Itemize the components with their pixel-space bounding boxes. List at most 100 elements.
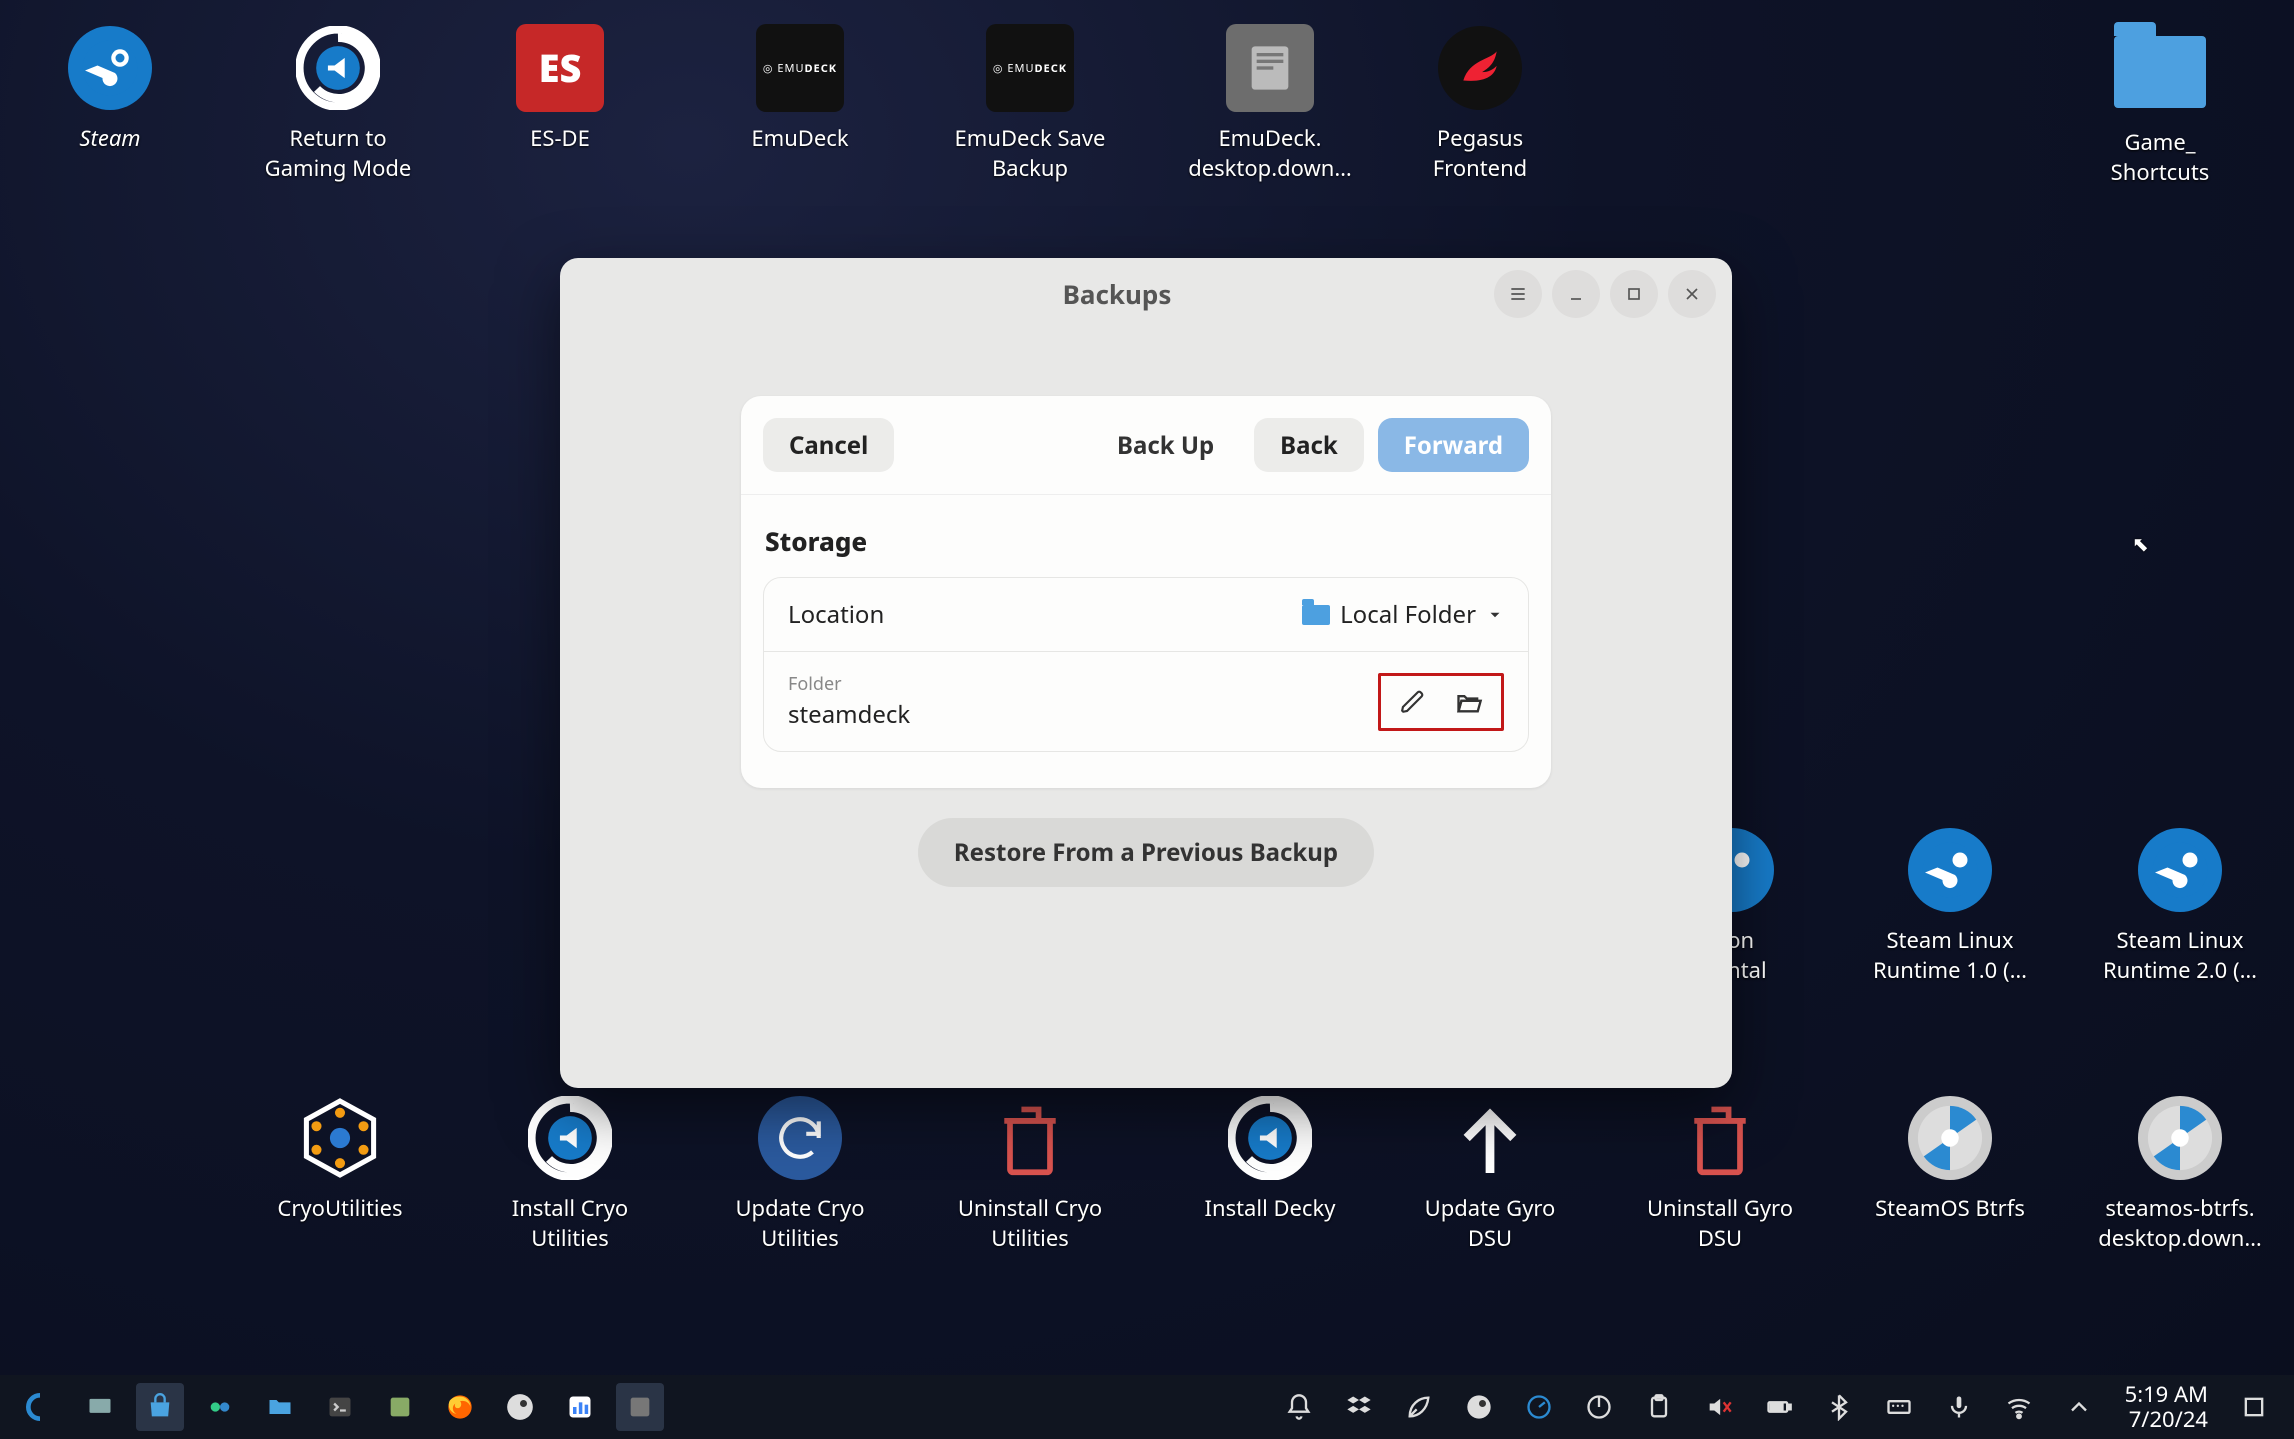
folder-icon: [1302, 605, 1330, 625]
location-row: Location Local Folder: [764, 578, 1528, 651]
desktop-icon-emudeck-save[interactable]: ◎ EMUDECK EmuDeck Save Backup: [930, 20, 1130, 183]
desktop-icon-emudeck-down[interactable]: EmuDeck. desktop.down…: [1170, 20, 1370, 183]
arrow-up-icon: [1455, 1096, 1525, 1180]
desktop-icon-update-gyro[interactable]: Update Gyro DSU: [1390, 1090, 1590, 1253]
disc-icon: [1908, 1096, 1992, 1180]
storage-card: Cancel Back Up Back Forward Storage Loca…: [741, 396, 1551, 788]
desktop-icon-es-de[interactable]: ES ES-DE: [460, 20, 660, 154]
storage-heading: Storage: [741, 495, 1551, 577]
minimize-button[interactable]: [1552, 270, 1600, 318]
desktop-icon-steamos-btrfs-down[interactable]: steamos-btrfs. desktop.down…: [2080, 1090, 2280, 1253]
task-chart-button[interactable]: [556, 1383, 604, 1431]
tray-gauge-icon[interactable]: [1515, 1383, 1563, 1431]
steam-icon: [1908, 828, 1992, 912]
desktop-icon-label: EmuDeck Save Backup: [930, 124, 1130, 183]
annotation-highlight: [1378, 673, 1504, 731]
browse-folder-button[interactable]: [1441, 678, 1497, 726]
desktop-icon-label: Pegasus Frontend: [1380, 124, 1580, 183]
desktop-icon-install-cryo[interactable]: Install Cryo Utilities: [470, 1090, 670, 1253]
sync-icon: [758, 1096, 842, 1180]
folder-field-value: steamdeck: [788, 698, 910, 731]
hamburger-menu-button[interactable]: [1494, 270, 1542, 318]
window-title: Backups: [750, 276, 1484, 312]
desktop-icon-update-cryo[interactable]: Update Cryo Utilities: [700, 1090, 900, 1253]
tray-dropbox-icon[interactable]: [1335, 1383, 1383, 1431]
esde-icon: ES: [516, 24, 604, 112]
desktop-icon-return-gaming[interactable]: Return to Gaming Mode: [238, 20, 438, 183]
desktop-icon-label: EmuDeck: [700, 124, 900, 154]
task-app1-button[interactable]: [196, 1383, 244, 1431]
start-button[interactable]: [16, 1383, 64, 1431]
desktop-icon-label: EmuDeck. desktop.down…: [1170, 124, 1370, 183]
desktop-icon-label: Install Cryo Utilities: [470, 1194, 670, 1253]
task-backups-button[interactable]: [616, 1383, 664, 1431]
chevron-down-icon: [1486, 606, 1504, 624]
backup-button[interactable]: Back Up: [1091, 418, 1240, 472]
taskbar-clock[interactable]: 5:19 AM 7/20/24: [2125, 1382, 2208, 1433]
trash-icon: [995, 1098, 1065, 1178]
desktop-icon-steamos-btrfs[interactable]: SteamOS Btrfs: [1850, 1090, 2050, 1224]
taskbar: 5:19 AM 7/20/24: [0, 1375, 2294, 1439]
clock-date: 7/20/24: [2125, 1407, 2208, 1432]
tray-clipboard-icon[interactable]: [1635, 1383, 1683, 1431]
desktop-icon-label: ES-DE: [460, 124, 660, 154]
desktop-icon-game-shortcuts[interactable]: Game_ Shortcuts: [2060, 24, 2260, 187]
task-firefox-button[interactable]: [436, 1383, 484, 1431]
storage-panel: Location Local Folder Folder steamdeck: [763, 577, 1529, 752]
tray-wifi-icon[interactable]: [1995, 1383, 2043, 1431]
desktop-icon-label: Game_ Shortcuts: [2060, 128, 2260, 187]
tray-battery-icon[interactable]: [1755, 1383, 1803, 1431]
desktop-icon-label: Return to Gaming Mode: [238, 124, 438, 183]
restore-button[interactable]: Restore From a Previous Backup: [918, 818, 1374, 887]
desktop-icon-install-decky[interactable]: Install Decky: [1170, 1090, 1370, 1224]
task-steam-button[interactable]: [496, 1383, 544, 1431]
tray-chevron-up-icon[interactable]: [2055, 1383, 2103, 1431]
desktop-icon-uninstall-gyro[interactable]: Uninstall Gyro DSU: [1620, 1090, 1820, 1253]
pencil-icon: [1400, 689, 1426, 715]
edit-folder-button[interactable]: [1385, 678, 1441, 726]
location-dropdown[interactable]: Local Folder: [1302, 598, 1504, 631]
task-store-button[interactable]: [136, 1383, 184, 1431]
location-value: Local Folder: [1340, 598, 1476, 631]
desktop-icon-label: steamos-btrfs. desktop.down…: [2080, 1194, 2280, 1253]
task-desktop-button[interactable]: [76, 1383, 124, 1431]
folder-open-icon: [1455, 688, 1483, 716]
trash-icon: [1685, 1098, 1755, 1178]
desktop-icon-label: Uninstall Gyro DSU: [1620, 1194, 1820, 1253]
back-button[interactable]: Back: [1254, 418, 1364, 472]
desktop-icon-label: Update Cryo Utilities: [700, 1194, 900, 1253]
desktop-icon-steam-runtime2[interactable]: Steam Linux Runtime 2.0 (…: [2080, 822, 2280, 985]
tray-notifications-icon[interactable]: [1275, 1383, 1323, 1431]
maximize-button[interactable]: [1610, 270, 1658, 318]
cancel-button[interactable]: Cancel: [763, 418, 894, 472]
desktop-icon-steam[interactable]: Steam: [10, 20, 210, 154]
desktop-icon-cryoutilities[interactable]: CryoUtilities: [240, 1090, 440, 1224]
folder-field-label: Folder: [788, 672, 910, 696]
install-icon: [1228, 1096, 1312, 1180]
task-files-button[interactable]: [256, 1383, 304, 1431]
tray-power-icon[interactable]: [1575, 1383, 1623, 1431]
dialog-button-bar: Cancel Back Up Back Forward: [741, 418, 1551, 495]
disc-icon: [2138, 1096, 2222, 1180]
tray-keyboard-icon[interactable]: [1875, 1383, 1923, 1431]
steam-icon: [68, 26, 152, 110]
emudeck-save-icon: ◎ EMUDECK: [986, 24, 1074, 112]
desktop-icon-emudeck[interactable]: ◎ EMUDECK EmuDeck: [700, 20, 900, 154]
tray-leaf-icon[interactable]: [1395, 1383, 1443, 1431]
backups-window: Backups Cancel Back Up Back Forward Stor…: [560, 258, 1732, 1088]
desktop-icon-label: SteamOS Btrfs: [1850, 1194, 2050, 1224]
desktop-icon-steam-runtime1[interactable]: Steam Linux Runtime 1.0 (…: [1850, 822, 2050, 985]
tray-mic-icon[interactable]: [1935, 1383, 1983, 1431]
desktop-icon-label: CryoUtilities: [240, 1194, 440, 1224]
close-button[interactable]: [1668, 270, 1716, 318]
return-icon: [296, 26, 380, 110]
task-settings-button[interactable]: [376, 1383, 424, 1431]
desktop-icon-uninstall-cryo[interactable]: Uninstall Cryo Utilities: [930, 1090, 1130, 1253]
tray-steam-icon[interactable]: [1455, 1383, 1503, 1431]
tray-show-desktop-button[interactable]: [2230, 1383, 2278, 1431]
task-terminal-button[interactable]: [316, 1383, 364, 1431]
forward-button[interactable]: Forward: [1378, 418, 1529, 472]
tray-volume-muted-icon[interactable]: [1695, 1383, 1743, 1431]
tray-bluetooth-icon[interactable]: [1815, 1383, 1863, 1431]
desktop-icon-pegasus[interactable]: Pegasus Frontend: [1380, 20, 1580, 183]
